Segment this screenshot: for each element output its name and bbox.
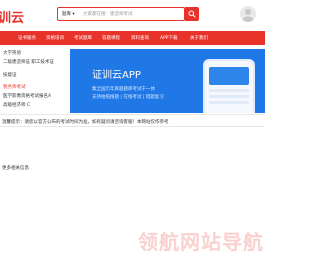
banner-title: 证训云APP <box>92 70 141 81</box>
search-icon <box>188 10 196 18</box>
phone-list-row <box>209 89 249 92</box>
phone-screen-header <box>209 67 249 85</box>
section-divider <box>0 114 265 115</box>
notice-text: 温馨提示：请您以官方公布的考试时间为准，如有疑问请咨询客服！本网站仅作参考 <box>2 120 169 125</box>
phone-mockup <box>203 59 255 113</box>
nav-item-certificate[interactable]: 证书服务 <box>18 35 36 41</box>
nav-item-courses[interactable]: 答题课程 <box>102 35 120 41</box>
phone-list-row <box>209 101 249 104</box>
nav-item-training[interactable]: 资格培训 <box>46 35 64 41</box>
user-icon <box>242 9 254 22</box>
more-info-label[interactable]: 更多相关信息 <box>2 165 29 171</box>
avatar[interactable] <box>240 6 256 22</box>
section-divider <box>0 126 265 127</box>
search-box[interactable]: 题库 ▾ 大家都在搜：建造师考试 <box>57 7 185 21</box>
sidebar-item[interactable]: 税务师考试 <box>3 84 26 90</box>
sidebar-item[interactable]: 高级经济师 C <box>3 102 30 108</box>
watermark-text: 领航网站导航 <box>138 230 264 254</box>
sidebar-item[interactable]: 技能证 <box>3 72 17 78</box>
search-button[interactable] <box>185 7 199 21</box>
banner-features: 支持拍照搜题 | 在线考试 | 错题复习 <box>92 95 164 100</box>
main-nav: 证书服务 资格培训 考试题库 答题课程 资料查询 APP下载 关于我们 <box>0 31 265 45</box>
nav-item-about[interactable]: 关于我们 <box>190 35 208 41</box>
search-input[interactable]: 大家都在搜：建造师考试 <box>83 11 133 17</box>
category-sidebar: 大学英语 二级建造师证 职工技术证 技能证 税务师考试 医学影像资格考试报名A … <box>0 45 66 112</box>
app-promo-banner[interactable]: 证训云APP 集全国历年真题题库考试于一体 支持拍照搜题 | 在线考试 | 错题… <box>70 49 265 113</box>
nav-item-resources[interactable]: 资料查询 <box>131 35 149 41</box>
nav-item-app-download[interactable]: APP下载 <box>160 35 178 41</box>
site-logo[interactable]: 训云 <box>0 7 24 26</box>
sidebar-item[interactable]: 二级建造师证 职工技术证 <box>3 59 54 65</box>
sidebar-item[interactable]: 大学英语 <box>3 50 21 56</box>
nav-item-question-bank[interactable]: 考试题库 <box>74 35 92 41</box>
phone-list-row <box>209 95 249 98</box>
banner-subtitle: 集全国历年真题题库考试于一体 <box>92 87 155 92</box>
search-category-select[interactable]: 题库 ▾ <box>62 11 75 17</box>
site-header: 训云 题库 ▾ 大家都在搜：建造师考试 <box>0 0 265 28</box>
sidebar-item[interactable]: 医学影像资格考试报名A <box>3 93 51 99</box>
